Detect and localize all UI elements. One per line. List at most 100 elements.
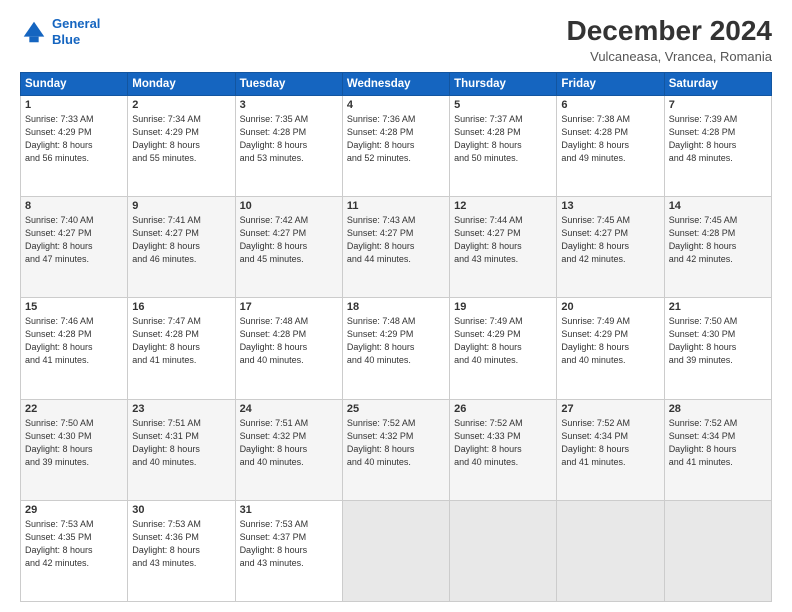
day-cell: 31 Sunrise: 7:53 AM Sunset: 4:37 PM Dayli… (235, 500, 342, 601)
day-number: 31 (240, 504, 338, 516)
day-cell: 22 Sunrise: 7:50 AM Sunset: 4:30 PM Dayli… (21, 399, 128, 500)
day-info: Sunrise: 7:49 AM Sunset: 4:29 PM Dayligh… (454, 315, 552, 367)
day-cell: 13 Sunrise: 7:45 AM Sunset: 4:27 PM Dayli… (557, 197, 664, 298)
day-info: Sunrise: 7:52 AM Sunset: 4:34 PM Dayligh… (669, 417, 767, 469)
col-header-friday: Friday (557, 72, 664, 95)
day-cell: 5Sunrise: 7:37 AM Sunset: 4:28 PM Daylig… (450, 95, 557, 196)
col-header-thursday: Thursday (450, 72, 557, 95)
day-info: Sunrise: 7:36 AM Sunset: 4:28 PM Dayligh… (347, 113, 445, 165)
day-cell: 15 Sunrise: 7:46 AM Sunset: 4:28 PM Dayli… (21, 298, 128, 399)
week-row-2: 8 Sunrise: 7:40 AM Sunset: 4:27 PM Daylig… (21, 197, 772, 298)
day-info: Sunrise: 7:49 AM Sunset: 4:29 PM Dayligh… (561, 315, 659, 367)
day-cell (664, 500, 771, 601)
day-cell: 26Sunrise: 7:52 AM Sunset: 4:33 PM Dayli… (450, 399, 557, 500)
day-info: Sunrise: 7:42 AM Sunset: 4:27 PM Dayligh… (240, 214, 338, 266)
day-cell: 6 Sunrise: 7:38 AM Sunset: 4:28 PM Daylig… (557, 95, 664, 196)
day-info: Sunrise: 7:53 AM Sunset: 4:36 PM Dayligh… (132, 518, 230, 570)
day-number: 1 (25, 99, 123, 111)
day-number: 27 (561, 403, 659, 415)
day-cell: 21Sunrise: 7:50 AM Sunset: 4:30 PM Dayli… (664, 298, 771, 399)
day-info: Sunrise: 7:38 AM Sunset: 4:28 PM Dayligh… (561, 113, 659, 165)
day-cell: 9Sunrise: 7:41 AM Sunset: 4:27 PM Daylig… (128, 197, 235, 298)
day-cell (557, 500, 664, 601)
day-number: 11 (347, 200, 445, 212)
day-info: Sunrise: 7:48 AM Sunset: 4:28 PM Dayligh… (240, 315, 338, 367)
day-cell: 29Sunrise: 7:53 AM Sunset: 4:35 PM Dayli… (21, 500, 128, 601)
day-cell: 23Sunrise: 7:51 AM Sunset: 4:31 PM Dayli… (128, 399, 235, 500)
week-row-4: 22 Sunrise: 7:50 AM Sunset: 4:30 PM Dayli… (21, 399, 772, 500)
day-number: 7 (669, 99, 767, 111)
day-number: 8 (25, 200, 123, 212)
day-number: 22 (25, 403, 123, 415)
col-header-monday: Monday (128, 72, 235, 95)
title-block: December 2024 Vulcaneasa, Vrancea, Roman… (567, 16, 772, 64)
day-cell: 2 Sunrise: 7:34 AM Sunset: 4:29 PM Daylig… (128, 95, 235, 196)
day-number: 18 (347, 301, 445, 313)
day-number: 6 (561, 99, 659, 111)
day-number: 30 (132, 504, 230, 516)
day-info: Sunrise: 7:52 AM Sunset: 4:34 PM Dayligh… (561, 417, 659, 469)
day-cell: 3Sunrise: 7:35 AM Sunset: 4:28 PM Daylig… (235, 95, 342, 196)
day-number: 10 (240, 200, 338, 212)
day-cell: 14Sunrise: 7:45 AM Sunset: 4:28 PM Dayli… (664, 197, 771, 298)
day-info: Sunrise: 7:34 AM Sunset: 4:29 PM Dayligh… (132, 113, 230, 165)
day-number: 13 (561, 200, 659, 212)
day-info: Sunrise: 7:48 AM Sunset: 4:29 PM Dayligh… (347, 315, 445, 367)
day-cell: 20Sunrise: 7:49 AM Sunset: 4:29 PM Dayli… (557, 298, 664, 399)
day-info: Sunrise: 7:37 AM Sunset: 4:28 PM Dayligh… (454, 113, 552, 165)
day-info: Sunrise: 7:52 AM Sunset: 4:33 PM Dayligh… (454, 417, 552, 469)
day-info: Sunrise: 7:39 AM Sunset: 4:28 PM Dayligh… (669, 113, 767, 165)
day-info: Sunrise: 7:47 AM Sunset: 4:28 PM Dayligh… (132, 315, 230, 367)
day-cell: 24 Sunrise: 7:51 AM Sunset: 4:32 PM Dayli… (235, 399, 342, 500)
day-number: 23 (132, 403, 230, 415)
day-cell: 8 Sunrise: 7:40 AM Sunset: 4:27 PM Daylig… (21, 197, 128, 298)
day-info: Sunrise: 7:50 AM Sunset: 4:30 PM Dayligh… (669, 315, 767, 367)
week-row-3: 15 Sunrise: 7:46 AM Sunset: 4:28 PM Dayli… (21, 298, 772, 399)
day-cell: 28 Sunrise: 7:52 AM Sunset: 4:34 PM Dayli… (664, 399, 771, 500)
day-cell: 17Sunrise: 7:48 AM Sunset: 4:28 PM Dayli… (235, 298, 342, 399)
day-cell: 30 Sunrise: 7:53 AM Sunset: 4:36 PM Dayli… (128, 500, 235, 601)
day-cell: 11 Sunrise: 7:43 AM Sunset: 4:27 PM Dayli… (342, 197, 449, 298)
day-number: 3 (240, 99, 338, 111)
day-cell: 10 Sunrise: 7:42 AM Sunset: 4:27 PM Dayli… (235, 197, 342, 298)
day-info: Sunrise: 7:40 AM Sunset: 4:27 PM Dayligh… (25, 214, 123, 266)
day-info: Sunrise: 7:50 AM Sunset: 4:30 PM Dayligh… (25, 417, 123, 469)
col-header-tuesday: Tuesday (235, 72, 342, 95)
day-info: Sunrise: 7:46 AM Sunset: 4:28 PM Dayligh… (25, 315, 123, 367)
col-header-saturday: Saturday (664, 72, 771, 95)
day-info: Sunrise: 7:53 AM Sunset: 4:37 PM Dayligh… (240, 518, 338, 570)
day-cell: 19 Sunrise: 7:49 AM Sunset: 4:29 PM Dayli… (450, 298, 557, 399)
day-cell (342, 500, 449, 601)
day-number: 2 (132, 99, 230, 111)
day-number: 15 (25, 301, 123, 313)
logo-blue: Blue (52, 32, 80, 47)
day-number: 24 (240, 403, 338, 415)
day-info: Sunrise: 7:53 AM Sunset: 4:35 PM Dayligh… (25, 518, 123, 570)
day-info: Sunrise: 7:41 AM Sunset: 4:27 PM Dayligh… (132, 214, 230, 266)
day-info: Sunrise: 7:45 AM Sunset: 4:27 PM Dayligh… (561, 214, 659, 266)
day-number: 4 (347, 99, 445, 111)
day-cell: 4 Sunrise: 7:36 AM Sunset: 4:28 PM Daylig… (342, 95, 449, 196)
day-info: Sunrise: 7:44 AM Sunset: 4:27 PM Dayligh… (454, 214, 552, 266)
logo-text: General Blue (52, 16, 100, 47)
day-info: Sunrise: 7:52 AM Sunset: 4:32 PM Dayligh… (347, 417, 445, 469)
col-header-wednesday: Wednesday (342, 72, 449, 95)
logo-general: General (52, 16, 100, 31)
col-header-sunday: Sunday (21, 72, 128, 95)
day-info: Sunrise: 7:43 AM Sunset: 4:27 PM Dayligh… (347, 214, 445, 266)
day-number: 19 (454, 301, 552, 313)
logo: General Blue (20, 16, 100, 47)
week-row-5: 29Sunrise: 7:53 AM Sunset: 4:35 PM Dayli… (21, 500, 772, 601)
day-info: Sunrise: 7:45 AM Sunset: 4:28 PM Dayligh… (669, 214, 767, 266)
day-cell: 12Sunrise: 7:44 AM Sunset: 4:27 PM Dayli… (450, 197, 557, 298)
day-cell: 1Sunrise: 7:33 AM Sunset: 4:29 PM Daylig… (21, 95, 128, 196)
day-info: Sunrise: 7:51 AM Sunset: 4:32 PM Dayligh… (240, 417, 338, 469)
logo-icon (20, 18, 48, 46)
calendar-header-row: SundayMondayTuesdayWednesdayThursdayFrid… (21, 72, 772, 95)
day-number: 25 (347, 403, 445, 415)
day-number: 28 (669, 403, 767, 415)
header: General Blue December 2024 Vulcaneasa, V… (20, 16, 772, 64)
day-cell: 18 Sunrise: 7:48 AM Sunset: 4:29 PM Dayli… (342, 298, 449, 399)
day-cell: 27 Sunrise: 7:52 AM Sunset: 4:34 PM Dayli… (557, 399, 664, 500)
week-row-1: 1Sunrise: 7:33 AM Sunset: 4:29 PM Daylig… (21, 95, 772, 196)
